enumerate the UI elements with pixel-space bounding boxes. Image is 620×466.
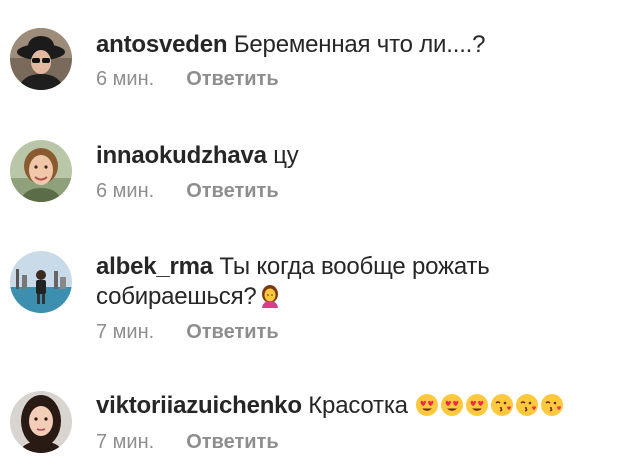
comment-timestamp: 7 мин. [96,321,155,343]
comment-username[interactable]: innaokudzhava [96,142,267,169]
avatar[interactable] [10,251,72,313]
comment-username[interactable]: viktoriiazuichenko [96,392,302,419]
comment-timestamp: 6 мин. [96,68,155,90]
comment-timestamp: 7 мин. [96,431,155,453]
comment-text: antosveden Беременная что ли....? [96,30,596,60]
reply-button[interactable]: Ответить [186,321,278,343]
kissing-heart-emoji [541,394,564,416]
user-avatar-icon [10,391,72,453]
user-avatar-icon [10,28,72,90]
comment-username[interactable]: antosveden [96,31,228,58]
woman-raising-hand-emoji [261,285,278,308]
user-avatar-icon [10,140,72,202]
comment-username[interactable]: albek_rma [96,253,213,280]
avatar[interactable] [10,391,72,453]
comment-meta: 6 мин. Ответить [96,67,279,91]
comment-body: Красотка [308,392,408,419]
reply-button[interactable]: Ответить [186,68,278,90]
reply-button[interactable]: Ответить [186,180,278,202]
comment-text: innaokudzhava цу [96,141,596,171]
avatar[interactable] [10,140,72,202]
avatar[interactable] [10,28,72,90]
user-avatar-icon [10,251,72,313]
heart-eyes-emoji [466,394,489,416]
comment-meta: 7 мин. Ответить [96,430,279,454]
heart-eyes-emoji [441,394,464,416]
reply-button[interactable]: Ответить [186,431,278,453]
kissing-heart-emoji [491,394,514,416]
comment-text: viktoriiazuichenko Красотка [96,391,596,421]
comment-body: цу [273,142,299,169]
comment-timestamp: 6 мин. [96,180,155,202]
comment-meta: 6 мин. Ответить [96,179,279,203]
kissing-heart-emoji [516,394,539,416]
comment-body: Беременная что ли....? [233,31,486,58]
comment-text: albek_rma Ты когда вообще рожать собирае… [96,252,536,312]
heart-eyes-emoji [416,394,439,416]
comment-meta: 7 мин. Ответить [96,320,279,344]
